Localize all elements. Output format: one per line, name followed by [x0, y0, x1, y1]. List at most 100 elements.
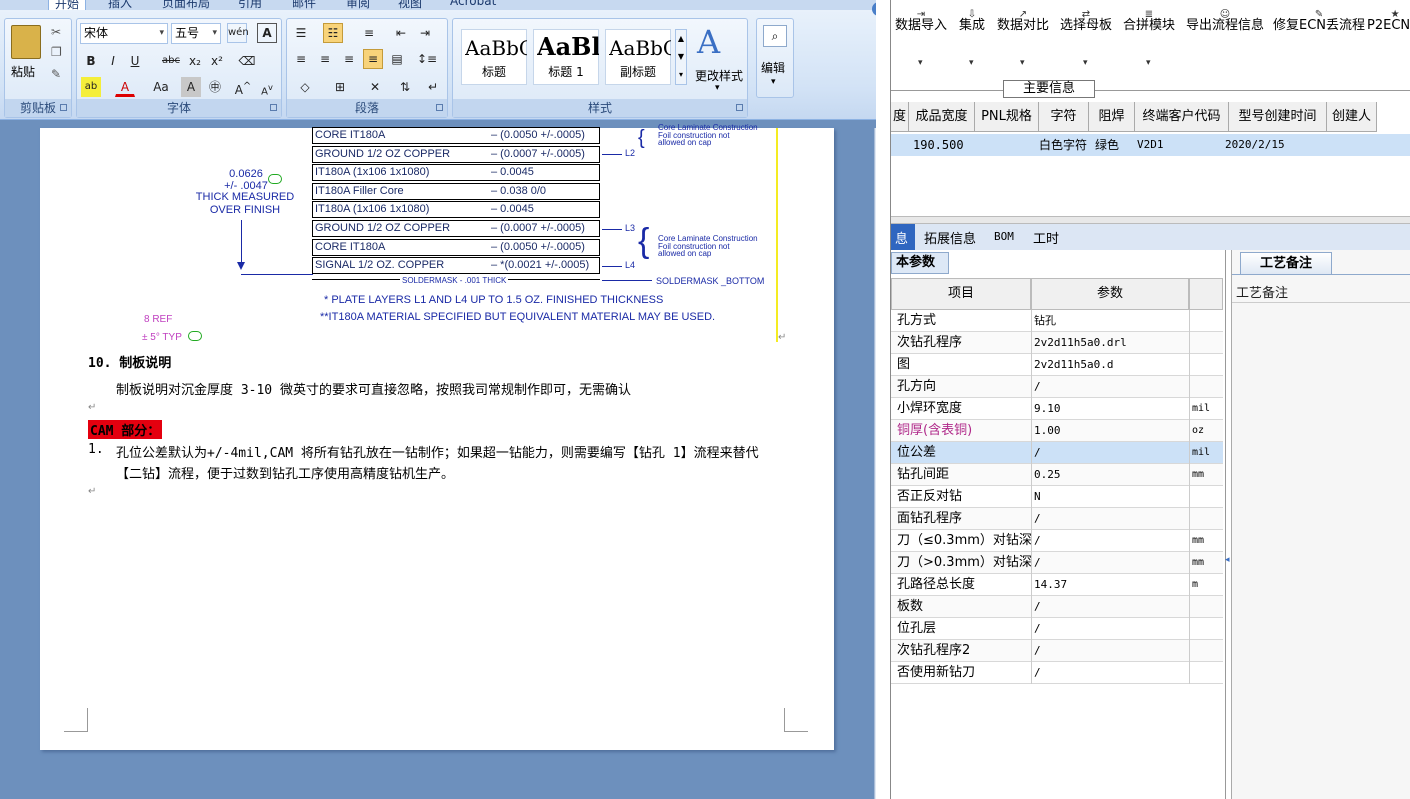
param-row[interactable]: 小焊环宽度 9.10 mil [891, 398, 1223, 420]
change-styles-button[interactable]: 更改样式 [695, 67, 743, 84]
phonetic-guide-icon[interactable]: wén [227, 23, 249, 43]
param-value[interactable]: / [1031, 596, 1189, 618]
grid-header[interactable]: 型号创建时间 [1229, 102, 1327, 132]
export-flow-button[interactable]: ☺ 导出流程信息 [1186, 10, 1264, 34]
grid-header[interactable]: 度 [891, 102, 909, 132]
multilevel-list-icon[interactable]: ≡ [359, 23, 379, 43]
dialog-launcher-icon[interactable] [270, 104, 277, 111]
enclose-char-icon[interactable]: ㊥ [205, 77, 225, 97]
highlight-icon[interactable]: ab [81, 77, 101, 97]
merge-module-button[interactable]: ≣ 合拼模块 ▾ [1123, 10, 1175, 69]
repair-ecn-button[interactable]: ✎ 修复ECN丢流程 [1273, 10, 1365, 34]
align-center-icon[interactable]: ≡ [315, 49, 335, 69]
grow-font-icon[interactable]: A^ [233, 77, 253, 97]
dialog-launcher-icon[interactable] [436, 104, 443, 111]
param-value[interactable]: 1.00 [1031, 420, 1189, 442]
grid-header[interactable]: 创建人 [1327, 102, 1377, 132]
splitter-grip-icon[interactable]: ◂ [1225, 555, 1230, 565]
p2ecn-button[interactable]: ★P2ECN自▾ [1367, 10, 1410, 34]
param-value[interactable]: 2v2d11h5a0.d [1031, 354, 1189, 376]
param-row[interactable]: 否使用新钻刀 / [891, 662, 1223, 684]
param-value[interactable]: N [1031, 486, 1189, 508]
integrate-button[interactable]: ⇩ 集成 ▾ [959, 10, 985, 69]
param-value[interactable]: / [1031, 442, 1189, 464]
param-row[interactable]: 否正反对钻 N [891, 486, 1223, 508]
param-row[interactable]: 孔方式 钻孔 [891, 310, 1223, 332]
param-row[interactable]: 次钻孔程序 2v2d11h5a0.drl [891, 332, 1223, 354]
grid-header[interactable]: PNL规格 [975, 102, 1039, 132]
param-value[interactable]: 14.37 [1031, 574, 1189, 596]
char-shading-icon[interactable]: A [181, 77, 201, 97]
bold-button[interactable]: B [81, 51, 101, 71]
param-row[interactable]: 次钻孔程序2 / [891, 640, 1223, 662]
change-styles-dropdown-icon[interactable]: ▾ [715, 83, 720, 93]
help-icon[interactable]: ? [872, 2, 876, 16]
underline-button[interactable]: U [125, 51, 145, 71]
style-heading-1[interactable]: AaBl 标题 1 [533, 29, 599, 85]
numbering-icon[interactable]: ☷ [323, 23, 343, 43]
param-row[interactable]: 钻孔间距 0.25 mm [891, 464, 1223, 486]
align-left-icon[interactable]: ≡ [291, 49, 311, 69]
notes-textarea[interactable] [1232, 302, 1410, 799]
compare-data-button[interactable]: ↗ 数据对比 ▾ [997, 10, 1049, 69]
bullets-icon[interactable]: ☰ [291, 23, 311, 43]
param-row[interactable]: 图 2v2d11h5a0.d [891, 354, 1223, 376]
param-value[interactable]: 钻孔 [1031, 310, 1189, 332]
param-tab[interactable]: 本参数 [891, 252, 949, 274]
cut-icon[interactable]: ✂ [51, 25, 61, 39]
change-case-icon[interactable]: Aa [147, 77, 175, 97]
shrink-font-icon[interactable]: Av [257, 77, 277, 97]
subscript-button[interactable]: x₂ [185, 51, 205, 71]
chinese-layout-icon[interactable]: ✕ [361, 77, 389, 97]
tab-basic-info[interactable]: 息 [895, 228, 908, 247]
grid-header[interactable]: 阻焊 [1089, 102, 1135, 132]
select-mother-board-button[interactable]: ⇄ 选择母板 ▾ [1060, 10, 1112, 69]
sort-icon[interactable]: ⇅ [395, 77, 415, 97]
param-row[interactable]: 孔路径总长度 14.37 m [891, 574, 1223, 596]
vertical-scrollbar[interactable] [874, 128, 876, 799]
param-value[interactable]: 9.10 [1031, 398, 1189, 420]
param-row[interactable]: 刀（>0.3mm）对钻深度 / mm [891, 552, 1223, 574]
font-size-select[interactable]: 五号 [171, 23, 221, 44]
param-value[interactable]: / [1031, 640, 1189, 662]
param-row[interactable]: 铜厚(含表铜) 1.00 oz [891, 420, 1223, 442]
clear-format-icon[interactable]: ⌫ [237, 51, 257, 71]
font-family-select[interactable]: 宋体 [80, 23, 168, 44]
param-value[interactable]: / [1031, 508, 1189, 530]
tab-extended-info[interactable]: 拓展信息 [924, 228, 976, 247]
param-value[interactable]: / [1031, 552, 1189, 574]
line-spacing-icon[interactable]: ↕≡ [413, 49, 441, 69]
tab-acrobat[interactable]: Acrobat [450, 0, 496, 8]
editing-dropdown-icon[interactable]: ▾ [771, 77, 776, 87]
param-value[interactable]: / [1031, 530, 1189, 552]
format-painter-icon[interactable]: ✎ [51, 67, 61, 81]
change-styles-icon[interactable]: A [697, 23, 720, 61]
param-value[interactable]: / [1031, 618, 1189, 640]
font-color-icon[interactable]: A [115, 77, 135, 97]
splitter[interactable] [891, 216, 1410, 224]
find-icon[interactable]: ⌕ [763, 25, 787, 47]
style-heading[interactable]: AaBbC 标题 [461, 29, 527, 85]
param-value[interactable]: / [1031, 376, 1189, 398]
align-right-icon[interactable]: ≡ [339, 49, 359, 69]
tab-labor-hours[interactable]: 工时 [1033, 228, 1059, 247]
import-data-button[interactable]: ⇥ 数据导入 ▾ [895, 10, 947, 69]
document-page[interactable]: 0.0626 +/- .0047 THICK MEASURED OVER FIN… [40, 124, 834, 750]
param-row[interactable]: 板数 / [891, 596, 1223, 618]
param-row[interactable]: 刀（≤0.3mm）对钻深度 / mm [891, 530, 1223, 552]
paste-button[interactable]: 粘贴 [11, 63, 35, 80]
borders-icon[interactable]: ⊞ [327, 77, 353, 97]
strikethrough-button[interactable]: abc [161, 51, 181, 71]
shading-icon[interactable]: ◇ [291, 77, 319, 97]
copy-icon[interactable]: ❐ [51, 45, 62, 59]
tab-bom[interactable]: BOM [994, 230, 1014, 243]
param-row[interactable]: 面钻孔程序 / [891, 508, 1223, 530]
paste-icon[interactable] [11, 25, 41, 59]
param-value[interactable]: / [1031, 662, 1189, 684]
param-value[interactable]: 0.25 [1031, 464, 1189, 486]
param-row[interactable]: 位孔层 / [891, 618, 1223, 640]
param-row[interactable]: 位公差 / mil [891, 442, 1223, 464]
grid-header[interactable]: 字符 [1039, 102, 1089, 132]
param-row[interactable]: 孔方向 / [891, 376, 1223, 398]
show-marks-icon[interactable]: ↵ [423, 77, 443, 97]
